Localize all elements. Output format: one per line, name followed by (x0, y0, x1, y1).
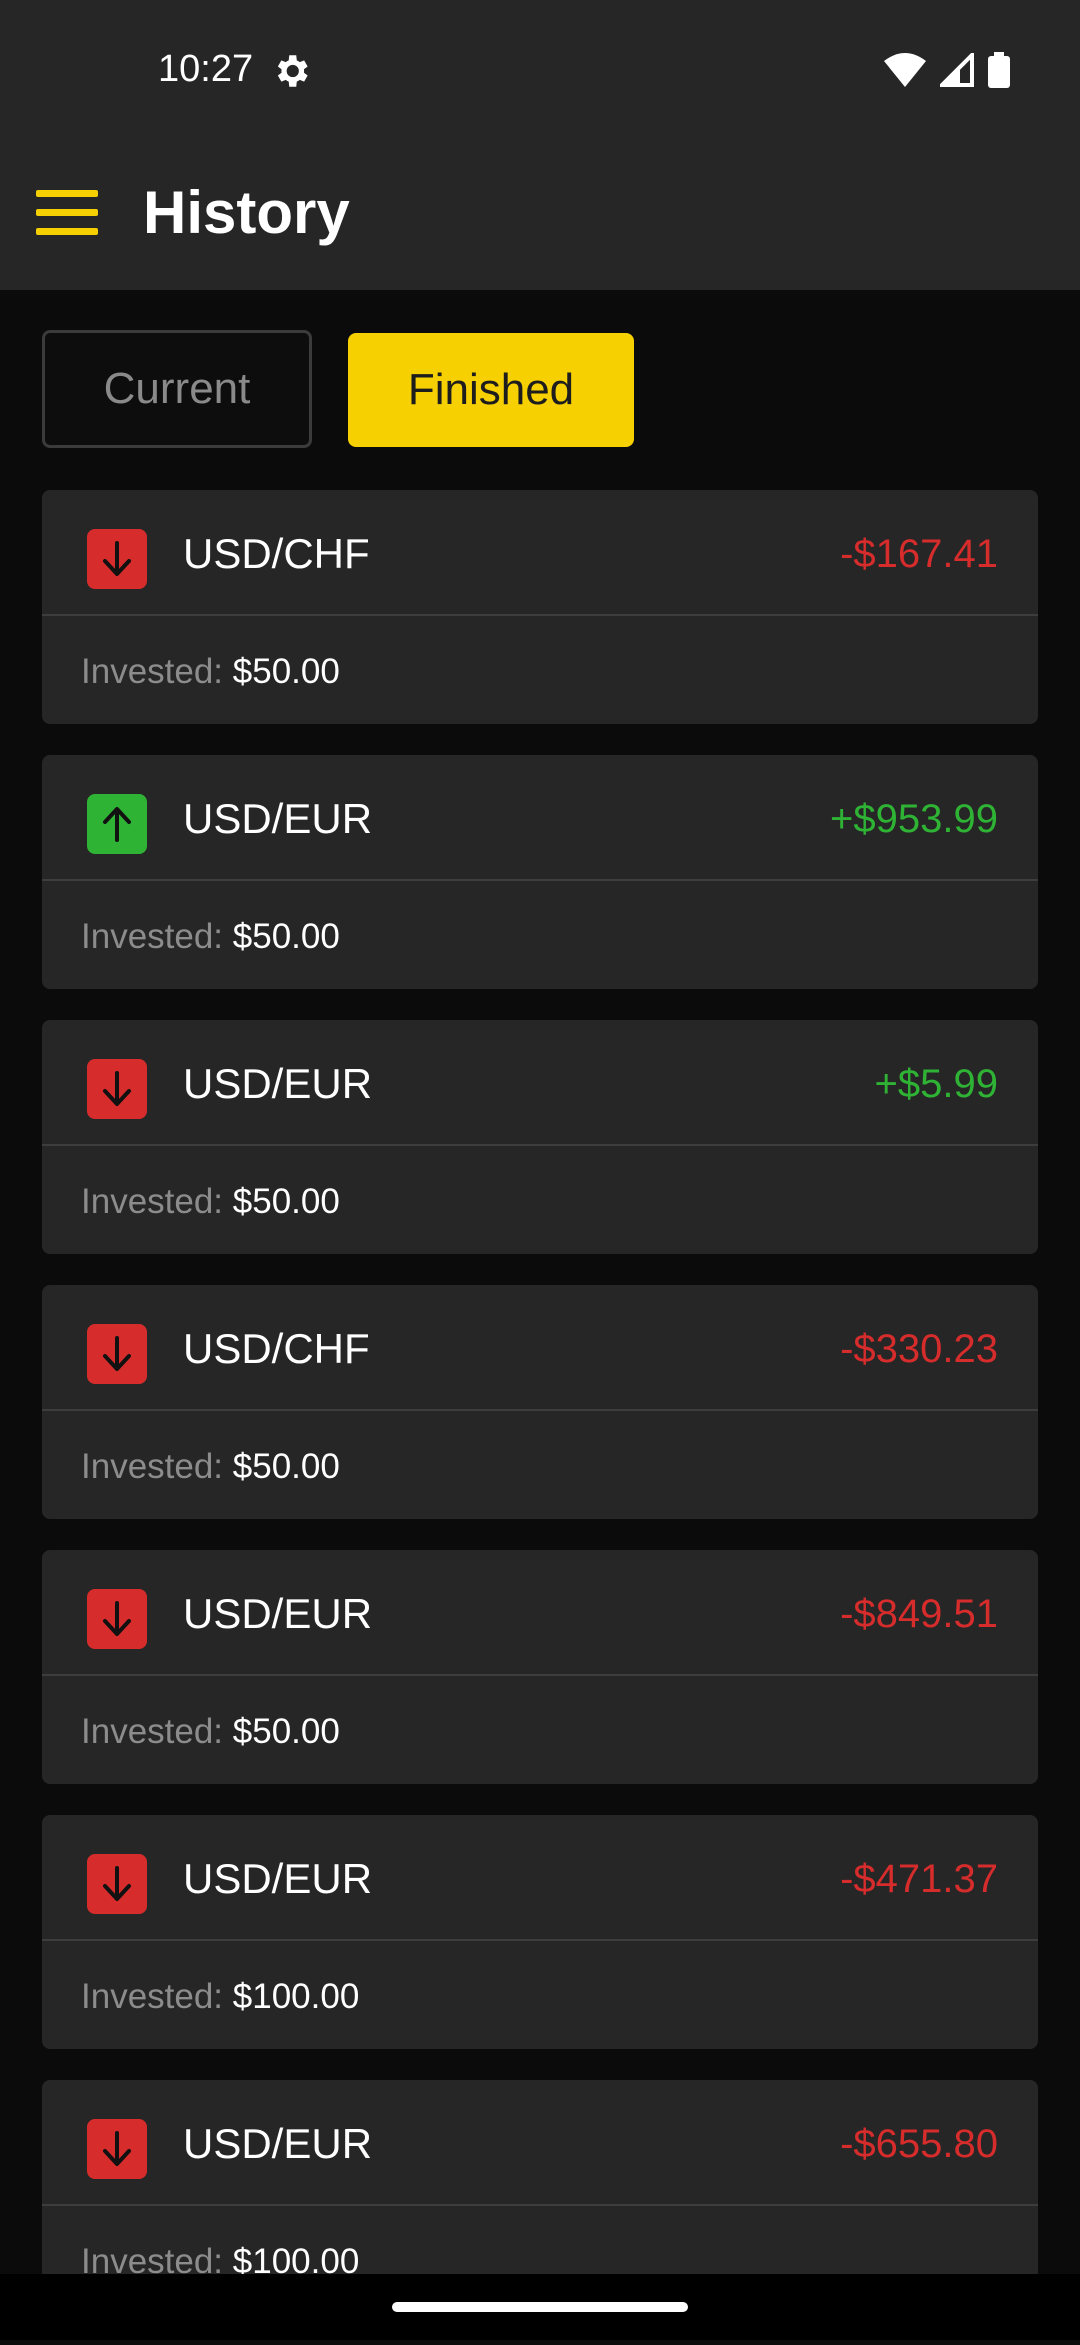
tab-bar: Current Finished (42, 330, 634, 448)
trade-card[interactable]: USD/CHF -$330.23 Invested: $50.00 (42, 1285, 1038, 1519)
invested-label: Invested: (81, 1977, 233, 2016)
invested-info: Invested: $100.00 (81, 1977, 359, 2017)
trade-card-header: USD/EUR -$471.37 (42, 1815, 1038, 1941)
app-bar: History (0, 142, 1080, 290)
status-bar: 10:27 (0, 0, 1080, 142)
trade-card[interactable]: USD/EUR +$5.99 Invested: $50.00 (42, 1020, 1038, 1254)
wifi-icon (884, 53, 926, 87)
invested-label: Invested: (81, 1182, 233, 1221)
invested-info: Invested: $50.00 (81, 1182, 340, 1222)
currency-pair: USD/EUR (183, 1060, 373, 1107)
invested-info: Invested: $50.00 (81, 917, 340, 957)
trade-card[interactable]: USD/EUR +$953.99 Invested: $50.00 (42, 755, 1038, 989)
invested-info: Invested: $50.00 (81, 1712, 340, 1752)
arrow-down-icon (87, 1854, 147, 1914)
profit-amount: -$167.41 (840, 532, 998, 576)
currency-pair: USD/EUR (183, 1855, 373, 1902)
arrow-down-icon (87, 2119, 147, 2179)
trade-card-footer: Invested: $50.00 (42, 1676, 1038, 1782)
trade-card-header: USD/EUR +$953.99 (42, 755, 1038, 881)
signal-icon (940, 53, 974, 87)
currency-pair: USD/CHF (183, 1325, 370, 1372)
invested-label: Invested: (81, 652, 233, 691)
tab-finished[interactable]: Finished (348, 333, 634, 447)
trade-card-footer: Invested: $50.00 (42, 1146, 1038, 1252)
arrow-up-icon (87, 794, 147, 854)
profit-amount: -$471.37 (840, 1857, 998, 1901)
trade-card-footer: Invested: $50.00 (42, 1411, 1038, 1517)
trade-card[interactable]: USD/CHF -$167.41 Invested: $50.00 (42, 490, 1038, 724)
hamburger-menu-icon[interactable] (36, 190, 98, 242)
invested-label: Invested: (81, 1447, 233, 1486)
arrow-down-icon (87, 1589, 147, 1649)
invested-value: $50.00 (232, 1182, 340, 1221)
profit-amount: -$655.80 (840, 2122, 998, 2166)
trade-card[interactable]: USD/EUR -$471.37 Invested: $100.00 (42, 1815, 1038, 2049)
invested-value: $50.00 (232, 652, 340, 691)
currency-pair: USD/EUR (183, 1590, 373, 1637)
trade-card-footer: Invested: $50.00 (42, 616, 1038, 722)
trade-card-footer: Invested: $50.00 (42, 881, 1038, 987)
profit-amount: -$330.23 (840, 1327, 998, 1371)
tab-current[interactable]: Current (42, 330, 312, 448)
invested-value: $50.00 (232, 1712, 340, 1751)
battery-icon (988, 52, 1010, 88)
trade-card-footer: Invested: $100.00 (42, 1941, 1038, 2047)
invested-label: Invested: (81, 1712, 233, 1751)
page-title: History (143, 179, 350, 246)
trade-card-header: USD/CHF -$167.41 (42, 490, 1038, 616)
currency-pair: USD/EUR (183, 2120, 373, 2167)
invested-label: Invested: (81, 917, 233, 956)
gear-icon (277, 55, 308, 87)
trade-card-header: USD/EUR -$655.80 (42, 2080, 1038, 2206)
arrow-down-icon (87, 1059, 147, 1119)
invested-info: Invested: $50.00 (81, 1447, 340, 1487)
invested-value: $100.00 (232, 1977, 360, 2016)
invested-info: Invested: $50.00 (81, 652, 340, 692)
profit-amount: +$953.99 (830, 797, 998, 841)
profit-amount: -$849.51 (840, 1592, 998, 1636)
trade-list: USD/CHF -$167.41 Invested: $50.00 USD/EU… (42, 490, 1038, 2345)
trade-card-header: USD/CHF -$330.23 (42, 1285, 1038, 1411)
navigation-bar (0, 2274, 1080, 2340)
profit-amount: +$5.99 (874, 1062, 998, 1106)
home-handle[interactable] (392, 2302, 688, 2312)
arrow-down-icon (87, 529, 147, 589)
trade-card-header: USD/EUR +$5.99 (42, 1020, 1038, 1146)
trade-card-header: USD/EUR -$849.51 (42, 1550, 1038, 1676)
currency-pair: USD/EUR (183, 795, 373, 842)
invested-value: $50.00 (232, 1447, 340, 1486)
status-time: 10:27 (158, 48, 254, 90)
currency-pair: USD/CHF (183, 530, 370, 577)
invested-value: $50.00 (232, 917, 340, 956)
arrow-down-icon (87, 1324, 147, 1384)
trade-card[interactable]: USD/EUR -$849.51 Invested: $50.00 (42, 1550, 1038, 1784)
